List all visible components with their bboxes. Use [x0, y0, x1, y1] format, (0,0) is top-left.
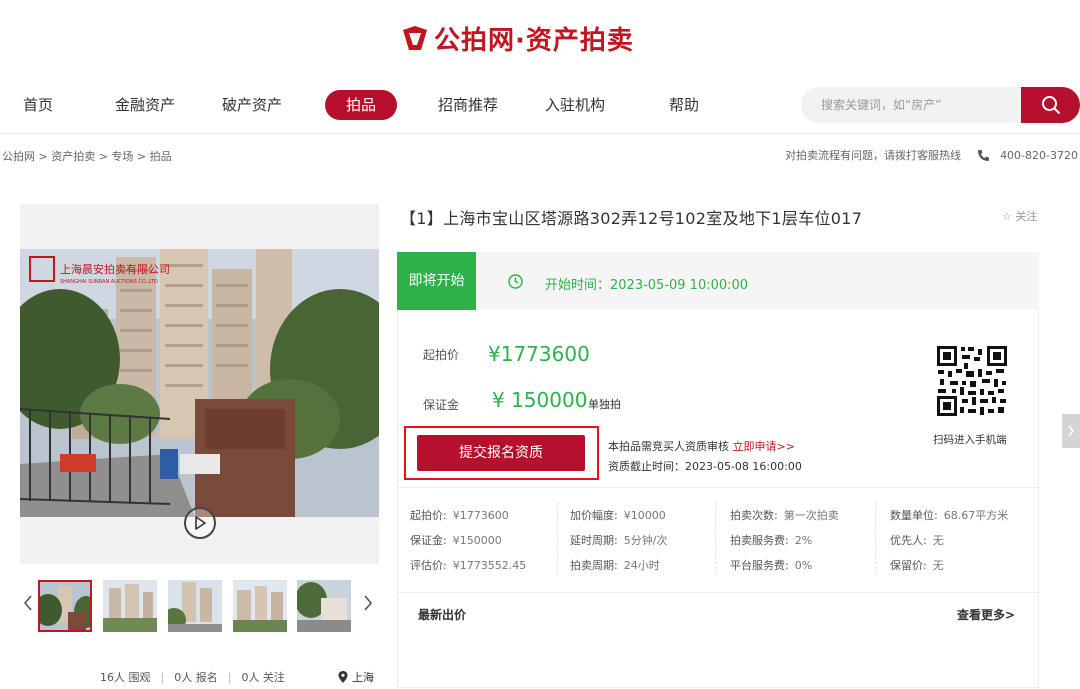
start-time: 开始时间：2023-05-09 10:00:00: [545, 278, 749, 293]
phone-icon: [977, 149, 990, 162]
divider: [397, 487, 1039, 488]
hotline-number: 400-820-3720: [1000, 148, 1078, 162]
play-icon: [195, 516, 206, 530]
detail-start-price: 起拍价: ¥1773600: [410, 509, 509, 522]
search-button[interactable]: [1021, 87, 1080, 123]
detail-cycle: 拍卖周期: 24小时: [570, 559, 660, 572]
location-pin-icon: [338, 671, 348, 683]
latest-bids-heading: 最新出价: [418, 608, 467, 622]
apply-now-link[interactable]: 立即申请>>: [733, 440, 795, 453]
divider: [557, 502, 558, 574]
divider: [715, 502, 716, 574]
deposit-label: 保证金: [423, 398, 460, 412]
status-badge: 即将开始: [397, 252, 476, 310]
side-scroll-button[interactable]: [1062, 414, 1080, 448]
qr-caption: 扫码进入手机端: [933, 434, 1007, 446]
auction-status-bar: 即将开始 开始时间：2023-05-09 10:00:00: [397, 252, 1039, 310]
nav-item-bankruptcy-assets[interactable]: 破产资产: [219, 90, 285, 120]
qualification-deadline: 资质截止时间：2023-05-08 16:00:00: [608, 460, 802, 473]
lot-stats: 16人 围观 | 0人 报名 | 0人 关注: [100, 671, 285, 684]
submit-qualification-button[interactable]: 提交报名资质: [417, 435, 585, 471]
divider: [875, 502, 876, 574]
breadcrumb[interactable]: 公拍网 > 资产拍卖 > 专场 > 拍品: [2, 148, 172, 164]
chevron-left-icon: [23, 595, 32, 611]
thumbnail-5[interactable]: [297, 580, 351, 632]
nav-item-home[interactable]: 首页: [18, 90, 58, 120]
photo-watermark: 上海晨安拍卖有限公司: [60, 262, 170, 276]
search-bar: [801, 87, 1080, 123]
divider: [397, 592, 1039, 593]
play-button[interactable]: [184, 507, 216, 539]
nav-item-help[interactable]: 帮助: [664, 90, 704, 120]
detail-increment: 加价幅度: ¥10000: [570, 509, 666, 522]
detail-reserve-price: 保留价: 无: [890, 559, 944, 572]
site-logo[interactable]: 公拍网·资产拍卖: [400, 18, 634, 58]
logo-mark-icon: [403, 26, 427, 50]
clock-icon: [508, 274, 523, 289]
thumbnail-2[interactable]: [103, 580, 157, 632]
photo-watermark-en: SHANGHAI SUNRAN AUCTIONS CO.,LTD: [60, 279, 158, 285]
view-more-link[interactable]: 查看更多>: [957, 606, 1015, 623]
hotline: 对拍卖流程有问题，请拨打客服热线 400-820-3720: [785, 147, 1078, 163]
lot-title: 【1】上海市宝山区塔源路302弄12号102室及地下1层车位017: [400, 209, 863, 228]
nav-item-financial-assets[interactable]: 金融资产: [112, 90, 178, 120]
detail-appraisal: 评估价: ¥1773552.45: [410, 559, 527, 572]
thumb-next-button[interactable]: [362, 594, 374, 617]
follow-button[interactable]: ☆ 关注: [1002, 208, 1037, 224]
detail-quantity-unit: 数量单位: 68.67平方米: [890, 509, 1009, 522]
thumbnail-4[interactable]: [233, 580, 287, 632]
signups-count: 0人 报名: [174, 671, 218, 684]
nav-item-lots[interactable]: 拍品: [325, 90, 397, 120]
qualification-note-text: 本拍品需竞买人资质审核: [608, 440, 729, 453]
starting-price-label: 起拍价: [423, 348, 460, 362]
deposit-value: ¥ 150000: [492, 388, 588, 412]
lot-photo[interactable]: 上海晨安拍卖有限公司 SHANGHAI SUNRAN AUCTIONS CO.,…: [20, 249, 379, 517]
chevron-right-icon: [1068, 425, 1074, 437]
logo-text: 公拍网·资产拍卖: [434, 25, 634, 56]
thumbnail-1[interactable]: [38, 580, 92, 632]
qr-code-icon: [936, 345, 1008, 417]
nav-item-investment[interactable]: 招商推荐: [435, 90, 501, 120]
location-text: 上海: [352, 671, 374, 684]
detail-service-fee: 拍卖服务费: 2%: [730, 534, 813, 547]
thumbnail-3[interactable]: [168, 580, 222, 632]
views-count: 16人 围观: [100, 671, 151, 684]
chevron-right-icon: [364, 595, 373, 611]
nav-item-institutions[interactable]: 入驻机构: [542, 90, 608, 120]
location: 上海: [338, 669, 374, 685]
qualification-note: 本拍品需竞买人资质审核 立即申请>>: [608, 438, 795, 454]
detail-auction-count: 拍卖次数: 第一次拍卖: [730, 509, 839, 522]
hotline-text: 对拍卖流程有问题，请拨打客服热线: [785, 149, 962, 162]
starting-price-value: ¥1773600: [488, 342, 590, 366]
search-input[interactable]: [801, 87, 1023, 123]
follows-count: 0人 关注: [241, 671, 285, 684]
detail-deposit: 保证金: ¥150000: [410, 534, 502, 547]
detail-delay: 延时周期: 5分钟/次: [570, 534, 668, 547]
breadcrumb-bar: 公拍网 > 资产拍卖 > 专场 > 拍品 对拍卖流程有问题，请拨打客服热线 40…: [0, 133, 1080, 177]
search-icon: [1041, 96, 1060, 114]
detail-priority: 优先人: 无: [890, 534, 944, 547]
thumbnail-strip: [20, 580, 380, 632]
detail-platform-fee: 平台服务费: 0%: [730, 559, 813, 572]
deposit-note: 单独拍: [588, 398, 621, 411]
thumb-prev-button[interactable]: [22, 594, 34, 617]
